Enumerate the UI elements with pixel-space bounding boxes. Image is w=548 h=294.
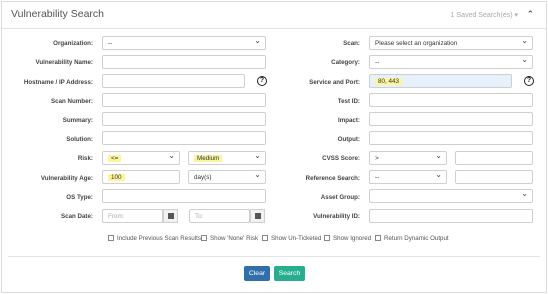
cvss-operator-select[interactable]: > bbox=[369, 151, 447, 165]
service-port-help-icon[interactable]: ? bbox=[524, 76, 534, 86]
cvss-score-input[interactable] bbox=[455, 151, 533, 165]
service-port-input[interactable]: 80, 443 bbox=[369, 74, 512, 88]
vulnerability-id-input[interactable] bbox=[369, 209, 533, 223]
output-input[interactable] bbox=[369, 131, 533, 145]
reference-type-select[interactable]: -- bbox=[369, 170, 447, 184]
hostname-help-icon[interactable]: ? bbox=[257, 76, 267, 86]
vulnerability-id-label: Vulnerability ID: bbox=[313, 213, 360, 220]
impact-input[interactable] bbox=[369, 112, 533, 126]
cvss-score-label: CVSS Score: bbox=[322, 155, 360, 162]
summary-input[interactable] bbox=[102, 112, 266, 126]
hostname-label: Hostname / IP Address: bbox=[23, 79, 93, 86]
show-none-risk-checkbox[interactable]: Show 'None' Risk bbox=[201, 235, 258, 242]
scan-date-from-input[interactable]: From: bbox=[102, 209, 163, 223]
scan-number-label: Scan Number: bbox=[51, 98, 93, 105]
scan-select[interactable]: Please select an organization bbox=[369, 36, 533, 50]
test-id-label: Test ID: bbox=[337, 98, 360, 105]
solution-label: Solution: bbox=[66, 136, 93, 143]
organization-label: Organization: bbox=[53, 40, 93, 47]
solution-input[interactable] bbox=[102, 131, 266, 145]
from-calendar-icon[interactable] bbox=[163, 209, 178, 223]
show-ignored-checkbox[interactable]: Show Ignored bbox=[324, 235, 371, 242]
hostname-input[interactable] bbox=[102, 74, 245, 88]
show-unticketed-checkbox[interactable]: Show Un-Ticketed bbox=[262, 235, 321, 242]
os-type-label: OS Type: bbox=[66, 194, 93, 201]
vulnerability-search-panel: Vulnerability Search 1 Saved Search(es) … bbox=[1, 1, 547, 293]
asset-group-select[interactable] bbox=[369, 189, 533, 203]
reference-search-label: Reference Search: bbox=[305, 175, 360, 182]
test-id-input[interactable] bbox=[369, 93, 533, 107]
scan-date-to-input[interactable]: To: bbox=[189, 209, 250, 223]
organization-select[interactable]: -- bbox=[102, 36, 266, 50]
footer-divider bbox=[8, 256, 540, 257]
return-dynamic-output-checkbox[interactable]: Return Dynamic Output bbox=[375, 235, 449, 242]
category-label: Category: bbox=[331, 59, 360, 66]
vulnerability-name-label: Vulnerability Name: bbox=[35, 59, 93, 66]
summary-label: Summary: bbox=[62, 117, 93, 124]
panel-header: Vulnerability Search 1 Saved Search(es) … bbox=[2, 2, 546, 29]
checkbox-icon[interactable] bbox=[262, 235, 268, 241]
vulnerability-age-label: Vulnerability Age: bbox=[40, 175, 93, 182]
checkbox-icon[interactable] bbox=[201, 235, 207, 241]
risk-level-select[interactable]: Medium bbox=[188, 151, 266, 165]
collapse-chevron-up-icon[interactable]: ⌃ bbox=[526, 9, 534, 19]
checkbox-icon[interactable] bbox=[324, 235, 330, 241]
service-port-label: Service and Port: bbox=[309, 79, 360, 86]
reference-search-input[interactable] bbox=[455, 170, 533, 184]
asset-group-label: Asset Group: bbox=[320, 194, 360, 201]
clear-button[interactable]: Clear bbox=[244, 266, 270, 281]
scan-number-input[interactable] bbox=[102, 93, 266, 107]
risk-label: Risk: bbox=[77, 155, 93, 162]
checkbox-icon[interactable] bbox=[108, 235, 114, 241]
impact-label: Impact: bbox=[337, 117, 360, 124]
os-type-input[interactable] bbox=[102, 189, 266, 203]
vulnerability-name-input[interactable] bbox=[102, 55, 266, 69]
category-select[interactable]: -- bbox=[369, 55, 533, 69]
saved-searches-dropdown[interactable]: 1 Saved Search(es) ▾ bbox=[451, 11, 518, 19]
checkbox-icon[interactable] bbox=[375, 235, 381, 241]
scan-label: Scan: bbox=[343, 40, 360, 47]
vulnerability-age-input[interactable]: 100 bbox=[102, 170, 180, 184]
search-button[interactable]: Search bbox=[274, 266, 305, 281]
output-label: Output: bbox=[337, 136, 360, 143]
to-calendar-icon[interactable] bbox=[250, 209, 265, 223]
page-title: Vulnerability Search bbox=[11, 8, 104, 20]
age-unit-select[interactable]: day(s) bbox=[188, 170, 266, 184]
include-previous-results-checkbox[interactable]: Include Previous Scan Results bbox=[108, 235, 201, 242]
scan-date-label: Scan Date: bbox=[61, 213, 93, 220]
risk-operator-select[interactable]: <= bbox=[102, 151, 180, 165]
